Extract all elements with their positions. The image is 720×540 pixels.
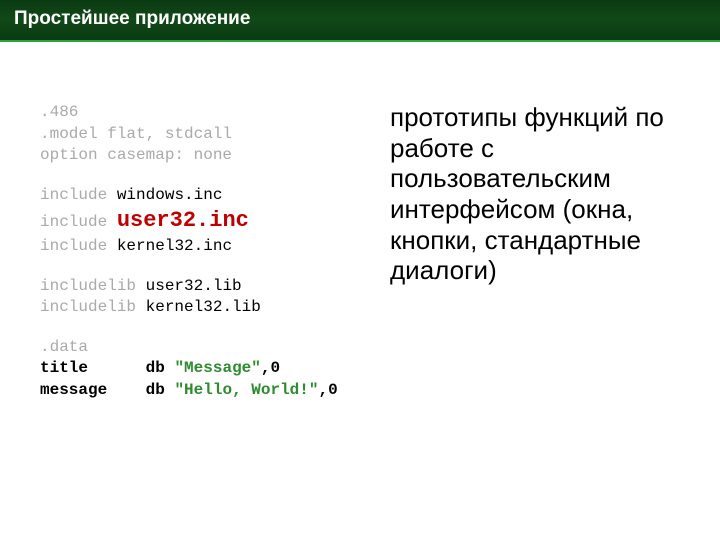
include-file-highlight: user32.inc xyxy=(117,208,249,233)
slide-title: Простейшее приложение xyxy=(14,8,250,29)
description-text: прототипы функций по работе с пользовате… xyxy=(380,102,700,402)
string-literal: "Message" xyxy=(174,359,260,377)
code-line: include windows.inc xyxy=(40,185,380,207)
code-block: .486 .model flat, stdcall option casemap… xyxy=(40,102,380,402)
keyword-include: include xyxy=(40,237,107,255)
code-line: option casemap: none xyxy=(40,145,380,167)
keyword-db: db xyxy=(146,359,165,377)
code-line: .model flat, stdcall xyxy=(40,124,380,146)
label-title: title xyxy=(40,359,88,377)
keyword-include: include xyxy=(40,186,107,204)
keyword-db: db xyxy=(146,381,165,399)
code-line: include kernel32.inc xyxy=(40,236,380,258)
trailing-zero: ,0 xyxy=(261,359,280,377)
blank-line xyxy=(40,167,380,185)
include-file: kernel32.inc xyxy=(117,237,232,255)
code-line: .486 xyxy=(40,102,380,124)
keyword-includelib: includelib xyxy=(40,298,136,316)
string-literal: "Hello, World!" xyxy=(174,381,318,399)
blank-line xyxy=(40,319,380,337)
label-message: message xyxy=(40,381,107,399)
code-line-highlight: include user32.inc xyxy=(40,206,380,236)
slide-body: .486 .model flat, stdcall option casemap… xyxy=(0,42,720,402)
trailing-zero: ,0 xyxy=(318,381,337,399)
code-line: title db "Message",0 xyxy=(40,358,380,380)
code-line: message db "Hello, World!",0 xyxy=(40,380,380,402)
code-line: includelib user32.lib xyxy=(40,276,380,298)
lib-file: kernel32.lib xyxy=(146,298,261,316)
lib-file: user32.lib xyxy=(146,277,242,295)
keyword-includelib: includelib xyxy=(40,277,136,295)
include-file: windows.inc xyxy=(117,186,223,204)
blank-line xyxy=(40,258,380,276)
code-line: includelib kernel32.lib xyxy=(40,297,380,319)
keyword-include: include xyxy=(40,213,107,231)
code-line: .data xyxy=(40,337,380,359)
slide-header: Простейшее приложение xyxy=(0,0,720,42)
